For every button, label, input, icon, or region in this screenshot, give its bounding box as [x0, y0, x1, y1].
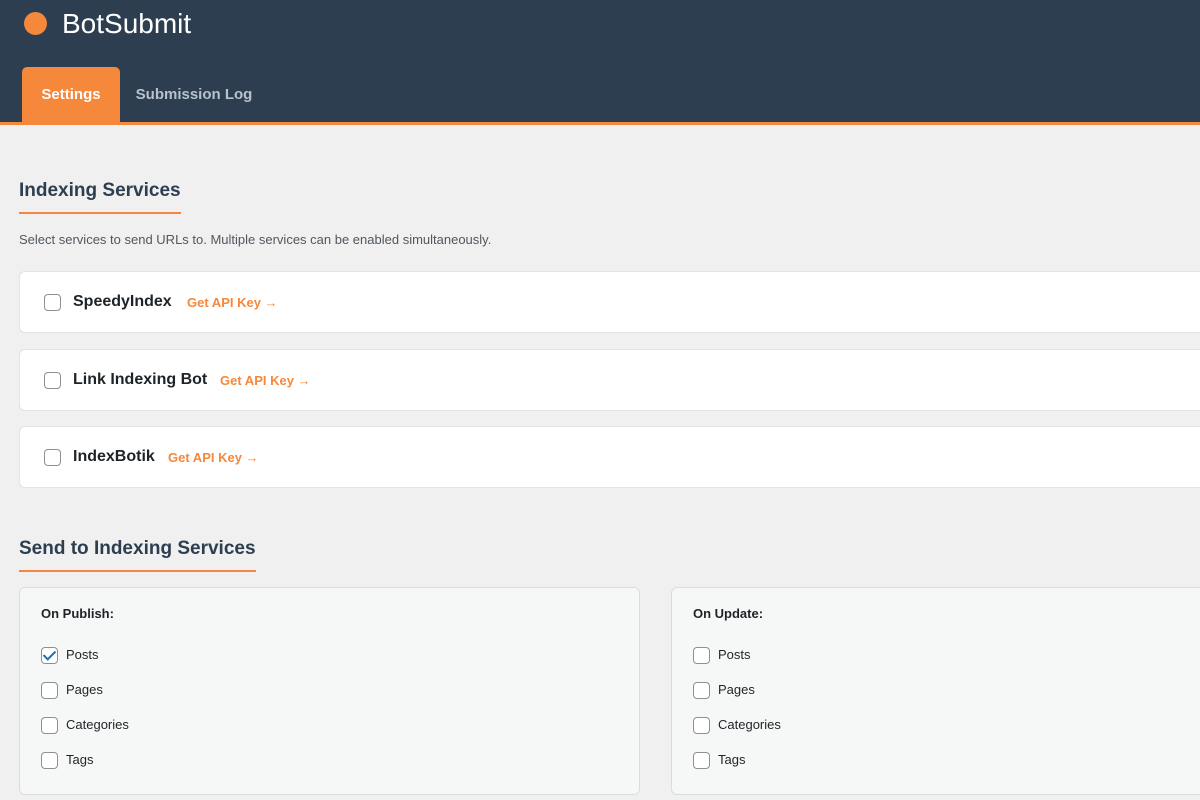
get-api-key-link[interactable]: Get API Key → [187, 294, 278, 312]
service-name: IndexBotik [73, 448, 155, 465]
publish-pages-checkbox[interactable] [41, 682, 58, 699]
app-title: BotSubmit [62, 8, 192, 39]
link-indexing-bot-checkbox[interactable] [44, 372, 61, 389]
update-posts-label: Posts [718, 647, 751, 662]
update-categories-label: Categories [718, 717, 781, 732]
publish-posts-checkbox[interactable] [41, 647, 58, 664]
tab-submission-log[interactable]: Submission Log [130, 67, 258, 122]
indexing-services-heading: Indexing Services [19, 178, 181, 214]
speedyindex-checkbox[interactable] [44, 294, 61, 311]
on-publish-title: On Publish: [41, 606, 114, 621]
indexing-services-description: Select services to send URLs to. Multipl… [19, 232, 492, 247]
service-card-speedyindex: SpeedyIndex Get API Key → [19, 271, 1200, 333]
service-card-link-indexing-bot: Link Indexing Bot Get API Key → [19, 349, 1200, 411]
update-posts-checkbox[interactable] [693, 647, 710, 664]
tab-settings[interactable]: Settings [22, 67, 120, 122]
publish-categories-label: Categories [66, 717, 129, 732]
publish-posts-label: Posts [66, 647, 99, 662]
publish-tags-label: Tags [66, 752, 94, 767]
on-update-box: On Update: Posts Pages Categories Tags [671, 587, 1200, 795]
update-tags-checkbox[interactable] [693, 752, 710, 769]
logo-dot-icon [24, 12, 47, 35]
on-update-title: On Update: [693, 606, 764, 621]
service-name: Link Indexing Bot [73, 371, 208, 388]
service-card-indexbotik: IndexBotik Get API Key → [19, 426, 1200, 488]
on-publish-box: On Publish: Posts Pages Categories Tags [19, 587, 640, 795]
send-to-indexing-heading: Send to Indexing Services [19, 536, 256, 572]
publish-categories-checkbox[interactable] [41, 717, 58, 734]
get-api-key-link[interactable]: Get API Key → [220, 372, 311, 390]
update-categories-checkbox[interactable] [693, 717, 710, 734]
get-api-key-link[interactable]: Get API Key → [168, 449, 259, 467]
app-header: BotSubmit Settings Submission Log [0, 0, 1200, 125]
indexbotik-checkbox[interactable] [44, 449, 61, 466]
publish-tags-checkbox[interactable] [41, 752, 58, 769]
publish-pages-label: Pages [66, 682, 103, 697]
update-tags-label: Tags [718, 752, 746, 767]
update-pages-checkbox[interactable] [693, 682, 710, 699]
update-pages-label: Pages [718, 682, 755, 697]
service-name: SpeedyIndex [73, 293, 172, 310]
